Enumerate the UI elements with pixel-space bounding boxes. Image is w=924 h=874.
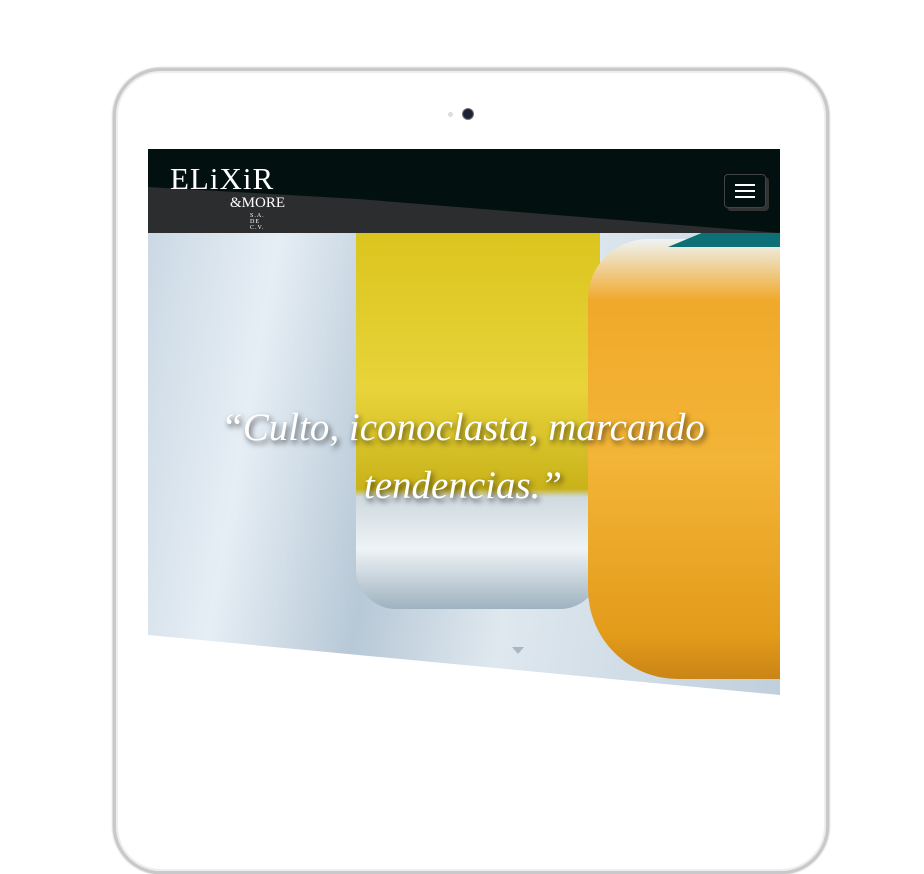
scroll-down-icon[interactable]	[512, 647, 524, 654]
logo-small: S.A. DE C.V.	[250, 213, 265, 231]
logo[interactable]: ELiXiR &MORE S.A. DE C.V.	[170, 161, 285, 232]
hamburger-icon	[735, 190, 755, 192]
hamburger-icon	[735, 184, 755, 186]
logo-sub: &MORE	[230, 195, 286, 211]
navbar: ELiXiR &MORE S.A. DE C.V.	[148, 149, 780, 233]
sensor-icon	[448, 112, 453, 117]
screen: “Culto, iconoclasta, marcando tendencias…	[148, 149, 780, 709]
logo-main: ELiXiR	[170, 161, 275, 196]
hamburger-icon	[735, 196, 755, 198]
camera-icon	[463, 109, 473, 119]
hamburger-menu-button[interactable]	[724, 174, 766, 208]
hero-quote: “Culto, iconoclasta, marcando tendencias…	[221, 406, 705, 507]
